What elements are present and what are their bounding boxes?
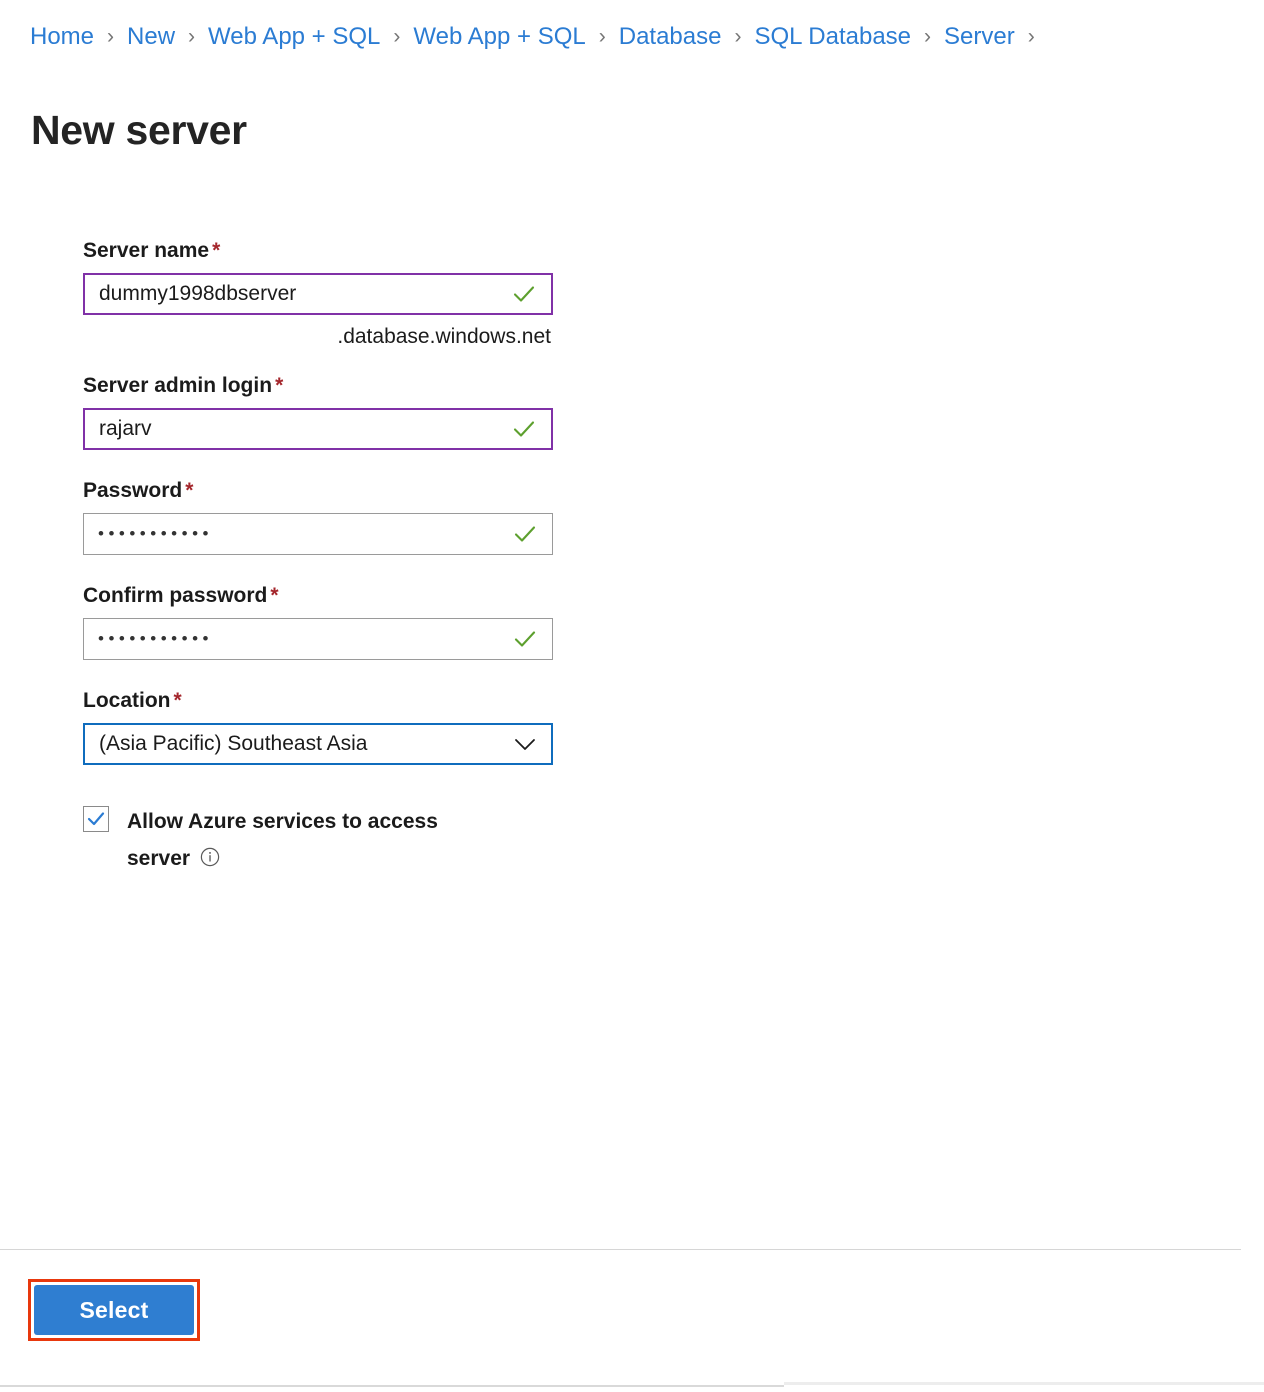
info-icon[interactable] — [199, 843, 221, 880]
server-name-label: Server name * — [83, 238, 555, 264]
breadcrumb-item-web-app-sql-1[interactable]: Web App + SQL — [208, 22, 380, 52]
chevron-down-icon[interactable] — [505, 730, 545, 758]
confirm-password-input[interactable]: ••••••••••• — [83, 618, 553, 660]
breadcrumb: Home › New › Web App + SQL › Web App + S… — [30, 22, 1048, 52]
checkmark-icon — [507, 416, 541, 442]
breadcrumb-item-home[interactable]: Home — [30, 22, 94, 52]
breadcrumb-item-new[interactable]: New — [127, 22, 175, 52]
checkmark-icon — [87, 812, 105, 826]
breadcrumb-item-server[interactable]: Server — [944, 22, 1015, 52]
server-admin-login-input[interactable]: rajarv — [83, 408, 553, 450]
bottom-edge-divider-right — [784, 1382, 1264, 1385]
bottom-edge-divider — [0, 1385, 784, 1387]
password-label: Password * — [83, 478, 555, 504]
required-asterisk: * — [185, 479, 194, 502]
breadcrumb-separator: › — [924, 25, 932, 48]
breadcrumb-separator-trailing: › — [1027, 25, 1035, 48]
server-name-input[interactable]: dummy1998dbserver — [83, 273, 553, 315]
select-button[interactable]: Select — [34, 1285, 194, 1335]
checkmark-icon — [507, 281, 541, 307]
password-value[interactable]: ••••••••••• — [84, 521, 508, 547]
password-label-text: Password — [83, 479, 183, 502]
breadcrumb-separator: › — [107, 25, 115, 48]
allow-azure-services-checkbox[interactable] — [83, 806, 109, 832]
location-dropdown[interactable]: (Asia Pacific) Southeast Asia — [83, 723, 553, 765]
location-label-text: Location — [83, 689, 171, 712]
confirm-password-value[interactable]: ••••••••••• — [84, 626, 508, 652]
breadcrumb-item-web-app-sql-2[interactable]: Web App + SQL — [413, 22, 585, 52]
required-asterisk: * — [212, 239, 221, 262]
required-asterisk: * — [270, 584, 279, 607]
breadcrumb-separator: › — [188, 25, 196, 48]
breadcrumb-separator: › — [734, 25, 742, 48]
footer-divider — [0, 1249, 1241, 1250]
server-admin-login-value[interactable]: rajarv — [85, 416, 507, 442]
allow-azure-services-label-text: Allow Azure services to access server — [127, 810, 438, 870]
confirm-password-label-text: Confirm password — [83, 584, 268, 607]
select-button-highlight: Select — [28, 1279, 200, 1341]
server-admin-login-label-text: Server admin login — [83, 374, 273, 397]
required-asterisk: * — [275, 374, 284, 397]
location-selected-value[interactable]: (Asia Pacific) Southeast Asia — [85, 731, 505, 757]
breadcrumb-item-sql-database[interactable]: SQL Database — [754, 22, 911, 52]
password-input[interactable]: ••••••••••• — [83, 513, 553, 555]
allow-azure-services-label: Allow Azure services to access server — [127, 803, 487, 880]
server-name-domain-suffix: .database.windows.net — [337, 325, 551, 348]
location-label: Location * — [83, 688, 555, 714]
confirm-password-label: Confirm password * — [83, 583, 555, 609]
checkmark-icon — [508, 521, 542, 547]
server-name-label-text: Server name — [83, 239, 210, 262]
breadcrumb-item-database[interactable]: Database — [619, 22, 722, 52]
page-title: New server — [31, 107, 247, 154]
server-admin-login-label: Server admin login * — [83, 373, 555, 399]
checkmark-icon — [508, 626, 542, 652]
new-server-form: Server name * dummy1998dbserver .database… — [83, 238, 555, 880]
breadcrumb-separator: › — [598, 25, 606, 48]
required-asterisk: * — [173, 689, 182, 712]
server-name-value[interactable]: dummy1998dbserver — [85, 281, 507, 307]
breadcrumb-separator: › — [393, 25, 401, 48]
allow-azure-services-row[interactable]: Allow Azure services to access server — [83, 803, 555, 880]
